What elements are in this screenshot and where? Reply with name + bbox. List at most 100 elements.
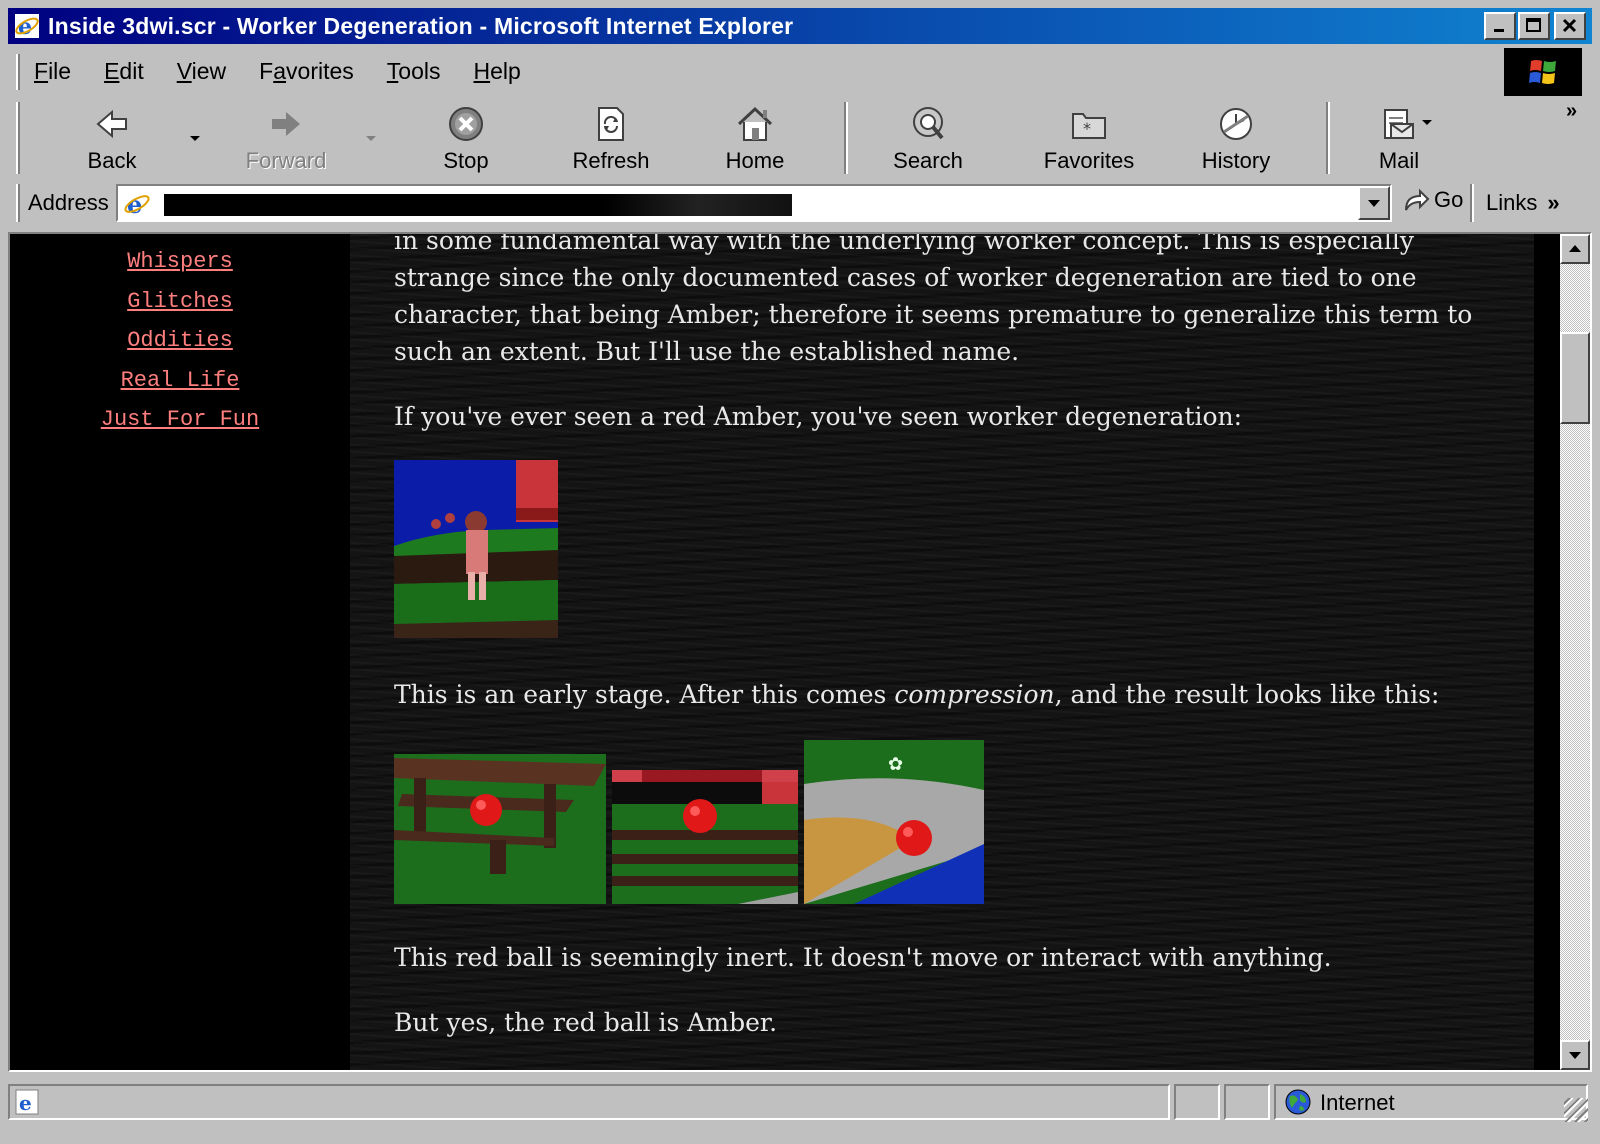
red-ball-beach-screenshot: ✿ [804, 740, 984, 904]
go-button[interactable]: Go [1402, 186, 1463, 214]
mail-button[interactable]: Mail [1354, 102, 1444, 176]
address-label: Address [28, 190, 109, 215]
nav-link-just-for-fun[interactable]: Just For Fun [10, 400, 350, 440]
maximize-button[interactable] [1518, 12, 1550, 40]
favorites-folder-icon: * [1072, 113, 1106, 139]
refresh-button[interactable]: Refresh [556, 102, 666, 176]
red-ball-grass-screenshot [612, 770, 798, 904]
menu-tools[interactable]: Tools [387, 58, 441, 85]
menu-favorites-pre: F [259, 58, 274, 84]
favorites-label: Favorites [1043, 148, 1135, 173]
forward-history-dropdown-icon[interactable] [366, 136, 376, 141]
standard-buttons-toolbar: Back Forward Stop Refresh Home Search * … [8, 98, 1592, 178]
paragraph-inert: This red ball is seemingly inert. It doe… [394, 943, 1332, 972]
nav-link-oddities[interactable]: Oddities [10, 321, 350, 361]
back-arrow-icon [96, 109, 127, 139]
vertical-scrollbar[interactable] [1560, 234, 1590, 1070]
search-globe-icon [913, 107, 944, 140]
back-button[interactable]: Back [70, 102, 154, 176]
paragraph-ball-is-amber: But yes, the red ball is Amber. [394, 1008, 778, 1037]
refresh-label: Refresh [572, 148, 650, 173]
toolbar-overflow-chevron-icon[interactable]: » [1566, 100, 1577, 123]
paragraph-intro: in some fundamental way with the underly… [394, 234, 1473, 366]
compression-text-before: This is an early stage. After this comes [394, 680, 895, 709]
status-bar: e Internet [8, 1078, 1592, 1136]
home-icon [737, 106, 773, 141]
resize-grip[interactable] [1564, 1098, 1588, 1122]
minimize-button[interactable] [1484, 12, 1516, 40]
forward-button[interactable]: Forward [236, 102, 336, 176]
menu-file-accel: F [34, 58, 49, 84]
mail-label: Mail [1378, 148, 1420, 173]
page-status-ie-icon: e [15, 1089, 39, 1115]
menu-tools-rest: ools [398, 58, 441, 84]
page-ie-icon: e [124, 190, 150, 219]
mail-icon [1384, 109, 1414, 139]
menu-bar: File Edit View Favorites Tools Help [8, 48, 1592, 96]
menu-tools-accel: T [386, 58, 399, 84]
menu-favorites[interactable]: Favorites [259, 58, 354, 85]
security-zone-panel: Internet [1274, 1084, 1588, 1120]
address-bar: Address e Go Links » [8, 180, 1592, 226]
menu-help-accel: H [473, 58, 491, 84]
history-label: History [1201, 148, 1271, 173]
menu-favorites-accel: a [273, 58, 287, 84]
toolbar-separator [1326, 102, 1330, 174]
forward-label: Forward [245, 148, 327, 173]
toolbar-grip[interactable] [16, 102, 20, 174]
maximize-icon [1526, 18, 1541, 32]
search-button[interactable]: Search [878, 102, 978, 176]
arrow-up-icon [1569, 245, 1581, 252]
menu-bar-grip[interactable] [16, 54, 20, 90]
arrow-down-icon [1569, 1052, 1581, 1059]
menu-view[interactable]: View [177, 58, 226, 85]
links-button[interactable]: Links » [1486, 190, 1560, 216]
back-history-dropdown-icon[interactable] [190, 136, 200, 141]
status-progress-panel [1174, 1084, 1220, 1120]
menu-edit[interactable]: Edit [104, 58, 144, 85]
mail-dropdown-icon[interactable] [1422, 120, 1432, 125]
security-zone-label: Internet [1320, 1090, 1395, 1115]
back-label: Back [87, 148, 137, 173]
compression-text-after: , and the result looks like this: [1054, 680, 1440, 709]
page-viewport: Whispers Glitches Oddities Real Life Jus… [8, 232, 1592, 1072]
chevron-down-icon [1368, 200, 1380, 207]
history-button[interactable]: History [1186, 102, 1286, 176]
menu-help-rest: elp [490, 58, 521, 84]
scroll-up-button[interactable] [1560, 234, 1590, 264]
close-button[interactable] [1554, 12, 1586, 40]
links-chevron-icon: » [1547, 190, 1560, 215]
paragraph-red-amber: If you've ever seen a red Amber, you've … [394, 402, 1243, 431]
stop-button[interactable]: Stop [424, 102, 508, 176]
address-dropdown-button[interactable] [1358, 186, 1390, 220]
nav-link-whispers[interactable]: Whispers [10, 242, 350, 282]
svg-text:e: e [19, 1091, 32, 1115]
links-separator [1470, 184, 1474, 222]
scroll-down-button[interactable] [1560, 1040, 1590, 1070]
window-title: Inside 3dwi.scr - Worker Degeneration - … [48, 12, 794, 39]
toolbar-separator [844, 102, 848, 174]
address-url-redacted [164, 194, 792, 216]
windows-flag-icon [1529, 60, 1556, 84]
home-button[interactable]: Home [710, 102, 800, 176]
address-bar-grip[interactable] [16, 184, 20, 222]
home-label: Home [725, 148, 785, 173]
internet-globe-icon [1285, 1089, 1311, 1115]
site-sidebar: Whispers Glitches Oddities Real Life Jus… [10, 234, 350, 1070]
close-icon [1562, 18, 1577, 33]
address-input[interactable]: e [116, 184, 1392, 222]
red-ball-picnic-table-screenshot [394, 754, 606, 904]
nav-link-glitches[interactable]: Glitches [10, 282, 350, 322]
menu-file[interactable]: File [34, 58, 71, 85]
article-content: in some fundamental way with the underly… [350, 234, 1534, 1070]
menu-help[interactable]: Help [473, 58, 520, 85]
go-arrow-icon [1405, 188, 1430, 211]
menu-edit-accel: E [104, 58, 120, 84]
status-text-panel: e [8, 1084, 1170, 1120]
nav-link-real-life[interactable]: Real Life [10, 361, 350, 401]
title-bar[interactable]: e Inside 3dwi.scr - Worker Degeneration … [8, 8, 1592, 44]
favorites-button[interactable]: * Favorites [1026, 102, 1152, 176]
search-label: Search [893, 148, 963, 173]
scroll-thumb[interactable] [1560, 332, 1590, 424]
history-clock-icon [1220, 108, 1252, 140]
